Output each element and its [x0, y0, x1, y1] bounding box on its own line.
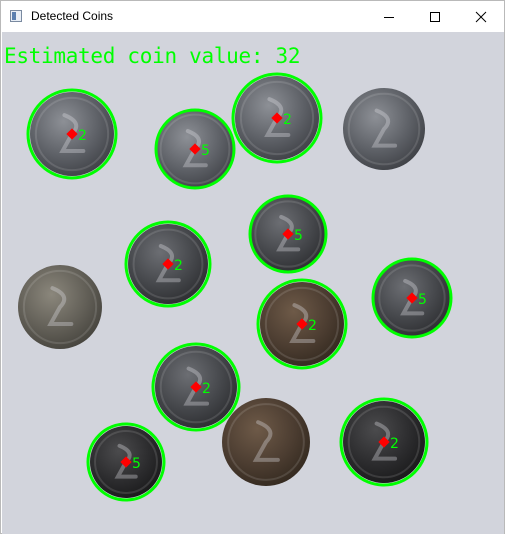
- coin-value-label: 5: [201, 143, 210, 159]
- minimize-icon: [384, 17, 394, 18]
- window-title: Detected Coins: [31, 9, 114, 23]
- coin: [343, 88, 425, 170]
- coin-value-label: 2: [390, 436, 399, 452]
- coin-value-label: 2: [202, 381, 211, 397]
- coin-value-label: 2: [308, 318, 317, 334]
- title-bar[interactable]: Detected Coins: [1, 1, 504, 32]
- coin-value-label: 2: [283, 112, 292, 128]
- coin-value-label: 5: [294, 228, 303, 244]
- coin: [18, 265, 102, 349]
- coin-value-label: 5: [132, 456, 141, 472]
- coin-value-label: 2: [78, 128, 87, 144]
- maximize-icon: [430, 12, 440, 22]
- coin-value-label: 2: [174, 258, 183, 274]
- close-icon: [475, 11, 487, 23]
- coin: [222, 398, 310, 486]
- coin-value-label: 5: [418, 292, 427, 308]
- image-canvas: 2 5 2 2 5 2 5 2 2 5 Estimated coin value: 32: [2, 32, 504, 534]
- maximize-button[interactable]: [412, 1, 458, 32]
- estimated-value-label: Estimated coin value: 32: [4, 44, 301, 68]
- coin-image: 2 5 2 2 5 2 5 2 2 5: [2, 32, 504, 534]
- detected-coins-window: Detected Coins 2 5 2 2 5 2 5 2 2 5 Estim…: [0, 0, 505, 534]
- minimize-button[interactable]: [366, 1, 412, 32]
- close-button[interactable]: [458, 1, 504, 32]
- app-icon: [10, 10, 22, 22]
